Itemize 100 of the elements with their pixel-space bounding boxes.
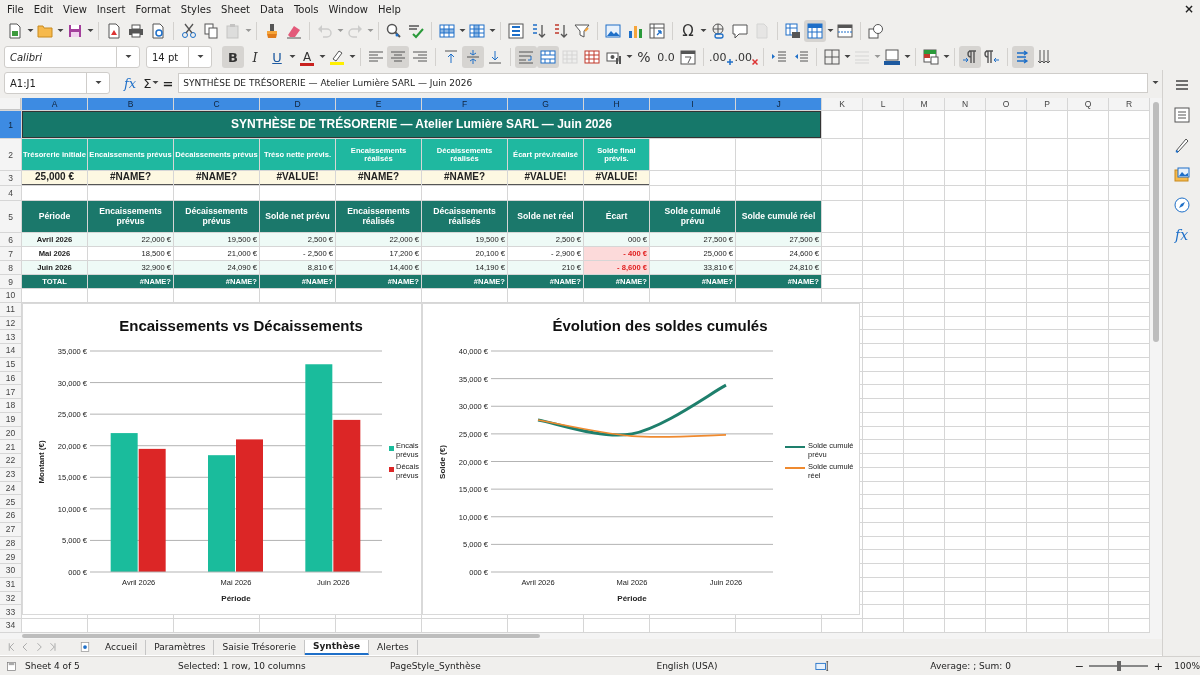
- sheet-tab[interactable]: Saisie Trésorerie: [214, 639, 305, 655]
- delete-decimal-button[interactable]: .00: [733, 46, 759, 68]
- caret-icon[interactable]: [903, 55, 911, 59]
- row-header[interactable]: 5: [0, 201, 21, 232]
- caret-icon[interactable]: [488, 29, 496, 33]
- caret-icon[interactable]: [318, 55, 326, 59]
- menu-icon[interactable]: [1173, 77, 1190, 93]
- add-sheet-icon[interactable]: [78, 641, 91, 653]
- row-header[interactable]: 28: [0, 536, 21, 550]
- font-name-field[interactable]: Calibri: [4, 46, 140, 68]
- row-header[interactable]: 22: [0, 454, 21, 467]
- zoom-in-button[interactable]: +: [1152, 659, 1165, 673]
- menu-item[interactable]: Styles: [175, 3, 217, 15]
- caret-icon[interactable]: [826, 29, 834, 33]
- caret-icon[interactable]: [942, 55, 950, 59]
- row-header[interactable]: 10: [0, 289, 21, 302]
- column-header[interactable]: L: [863, 98, 903, 110]
- row-header[interactable]: 6: [0, 233, 21, 246]
- slider-thumb[interactable]: [1116, 661, 1121, 671]
- row-header[interactable]: 8: [0, 261, 21, 274]
- row-header[interactable]: 11: [0, 302, 21, 316]
- vertical-scrollbar[interactable]: [1150, 98, 1162, 633]
- freeze-rows-button[interactable]: [804, 20, 826, 42]
- menu-item[interactable]: File: [2, 3, 29, 15]
- row-header[interactable]: 16: [0, 371, 21, 385]
- row-header[interactable]: 32: [0, 591, 21, 605]
- merge-cells-button[interactable]: [537, 46, 559, 68]
- properties-icon[interactable]: [1173, 107, 1190, 123]
- row-header[interactable]: 31: [0, 577, 21, 591]
- horizontal-scrollbar[interactable]: [0, 633, 1162, 639]
- caret-icon[interactable]: [348, 55, 356, 59]
- conditional-format-button[interactable]: [920, 46, 942, 68]
- row-header[interactable]: 20: [0, 426, 21, 440]
- column-header[interactable]: F: [422, 98, 507, 110]
- row-header[interactable]: 7: [0, 247, 21, 260]
- borders-button[interactable]: [821, 46, 843, 68]
- gallery-icon[interactable]: [1173, 167, 1190, 183]
- pivot-table-button[interactable]: [646, 20, 668, 42]
- sort-button[interactable]: [505, 20, 527, 42]
- menu-item[interactable]: Sheet: [216, 3, 256, 15]
- row-header[interactable]: 13: [0, 330, 21, 343]
- column-header[interactable]: E: [336, 98, 421, 110]
- caret-icon[interactable]: [86, 29, 94, 33]
- caret-icon[interactable]: [56, 29, 64, 33]
- sum-button[interactable]: Σ: [140, 75, 152, 91]
- row-header[interactable]: 25: [0, 495, 21, 508]
- row-header[interactable]: 15: [0, 357, 21, 371]
- row-header[interactable]: 30: [0, 564, 21, 577]
- row-header[interactable]: 18: [0, 399, 21, 412]
- styles-icon[interactable]: [1173, 137, 1190, 153]
- caret-icon[interactable]: [151, 81, 159, 85]
- bold-button[interactable]: B: [222, 46, 244, 68]
- font-color-button[interactable]: A: [296, 46, 318, 68]
- sheet-tab[interactable]: Alertes: [369, 639, 418, 655]
- row-header[interactable]: 21: [0, 440, 21, 453]
- row-header[interactable]: 26: [0, 509, 21, 522]
- row-header[interactable]: 14: [0, 344, 21, 357]
- name-box[interactable]: A1:J1: [4, 72, 110, 94]
- caret-icon[interactable]: [625, 55, 633, 59]
- text-direction-button[interactable]: [1012, 46, 1034, 68]
- zoom-out-button[interactable]: −: [1073, 659, 1086, 673]
- caret-icon[interactable]: [843, 55, 851, 59]
- column-header[interactable]: D: [260, 98, 335, 110]
- left-to-right-button[interactable]: [959, 46, 981, 68]
- row-header[interactable]: 9: [0, 275, 21, 288]
- row-header[interactable]: 23: [0, 467, 21, 481]
- menu-item[interactable]: Help: [373, 3, 406, 15]
- menu-item[interactable]: Tools: [288, 3, 324, 15]
- menu-item[interactable]: Data: [255, 3, 289, 15]
- border-color-button[interactable]: [881, 46, 903, 68]
- sheet-tab[interactable]: Paramètres: [146, 639, 215, 655]
- row-header[interactable]: 34: [0, 619, 21, 632]
- column-header[interactable]: P: [1027, 98, 1067, 110]
- caret-icon[interactable]: [288, 55, 296, 59]
- column-header[interactable]: C: [174, 98, 259, 110]
- sheet-tab[interactable]: Accueil: [97, 639, 147, 655]
- underline-button[interactable]: U: [266, 46, 288, 68]
- menu-item[interactable]: Edit: [28, 3, 59, 15]
- column-header[interactable]: J: [736, 98, 821, 110]
- row-header[interactable]: 29: [0, 550, 21, 563]
- caret-icon[interactable]: [124, 55, 132, 59]
- row-header[interactable]: 19: [0, 412, 21, 426]
- sheet-tab[interactable]: Synthèse: [305, 639, 369, 655]
- column-header[interactable]: K: [822, 98, 862, 110]
- caret-icon[interactable]: [26, 29, 34, 33]
- italic-button[interactable]: I: [244, 46, 266, 68]
- menu-item[interactable]: View: [58, 3, 92, 15]
- add-decimal-button[interactable]: .00: [708, 46, 734, 68]
- row-header[interactable]: 4: [0, 186, 21, 200]
- row-header[interactable]: 12: [0, 316, 21, 330]
- column-header[interactable]: Q: [1068, 98, 1108, 110]
- close-button[interactable]: ×: [1177, 2, 1200, 16]
- row-header[interactable]: 17: [0, 385, 21, 398]
- caret-icon[interactable]: [699, 29, 707, 33]
- number-format-button[interactable]: 0.0: [655, 46, 677, 68]
- row-header[interactable]: 1: [0, 111, 21, 138]
- wrap-text-button[interactable]: [515, 46, 537, 68]
- row-header[interactable]: 3: [0, 171, 21, 185]
- column-header[interactable]: G: [508, 98, 583, 110]
- row-header[interactable]: 24: [0, 481, 21, 495]
